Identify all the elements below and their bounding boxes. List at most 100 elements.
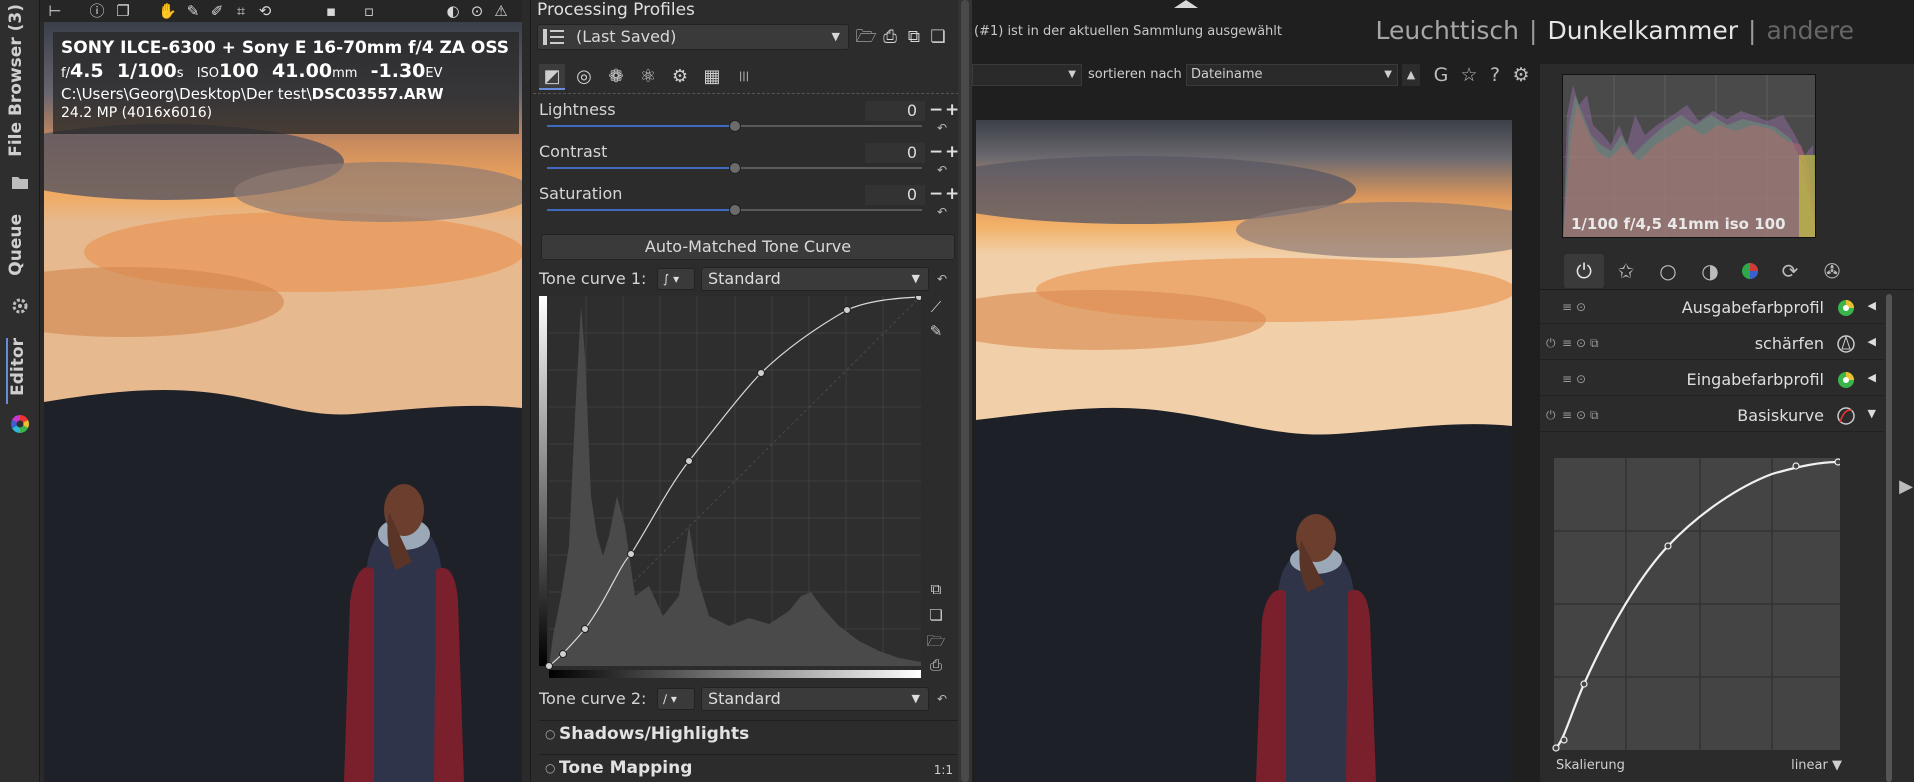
tone-curve-2-mode-select[interactable]: Standard ▼ (701, 687, 929, 711)
paste-curve-icon[interactable]: ❏ (925, 604, 947, 626)
presets-icon[interactable]: ≡ (1562, 300, 1572, 314)
tab-transform[interactable]: ⚙ (667, 64, 693, 90)
effects-group-icon[interactable]: ✇ (1812, 254, 1852, 288)
darkroom-image[interactable] (976, 120, 1512, 782)
sort-direction-button[interactable]: ▲ (1402, 64, 1420, 86)
decrement-button[interactable]: − (929, 100, 943, 120)
hand-tool-icon[interactable]: ✋ (158, 2, 177, 20)
base-curve-scale-row[interactable]: Skalierung linear ▼ (1556, 758, 1852, 778)
base-curve-editor[interactable] (1550, 446, 1846, 758)
reset-icon[interactable]: ⊙ (1576, 300, 1586, 314)
copy-curve-icon[interactable]: ⧉ (925, 578, 947, 600)
gear-icon[interactable]: ⚙ (1510, 64, 1532, 86)
reset-icon[interactable]: ↶ (937, 121, 947, 135)
tab-editor[interactable]: Editor (6, 338, 34, 404)
color-picker-icon[interactable]: ✐ (208, 2, 226, 20)
view-darkroom[interactable]: Dunkelkammer (1547, 16, 1738, 45)
section-tone-mapping[interactable]: ○ Tone Mapping 1:1 (539, 754, 959, 782)
saturation-slider[interactable]: Saturation 0 − + ↶ (539, 184, 959, 224)
slider-knob[interactable] (729, 120, 741, 132)
collapse-right-panel-icon[interactable]: ▶ (1898, 476, 1914, 504)
power-icon[interactable]: ⏻ (1546, 408, 1556, 423)
view-other[interactable]: andere (1766, 16, 1854, 45)
before-after-icon[interactable]: ❐ (114, 2, 132, 20)
curve-type-button[interactable]: ∫ ▾ (657, 268, 695, 290)
filter-select[interactable]: ▼ (972, 64, 1082, 86)
color-group-icon[interactable] (1730, 254, 1770, 288)
save-profile-button[interactable]: ⎙ (879, 25, 901, 49)
view-lighttable[interactable]: Leuchttisch (1376, 16, 1519, 45)
crop-icon[interactable]: ⌗ (232, 2, 250, 20)
expand-arrow-icon[interactable]: ◀ (1868, 335, 1876, 348)
warning-icon[interactable]: ⚠ (492, 2, 510, 20)
module-input-color-profile[interactable]: ≡ ⊙ Eingabefarbprofil ◀ (1540, 364, 1884, 396)
decrement-button[interactable]: − (929, 142, 943, 162)
curve-type-button[interactable]: ∕ ▾ (657, 688, 695, 710)
power-icon[interactable]: ⏻ (1546, 336, 1556, 351)
scale-value[interactable]: linear ▼ (1791, 758, 1842, 773)
section-shadows-highlights[interactable]: ○ Shadows/Highlights (539, 720, 959, 748)
reset-icon[interactable]: ↶ (937, 272, 947, 286)
split-view-icon[interactable]: ⊢ (46, 2, 64, 20)
tab-metadata[interactable]: ||| (731, 64, 757, 90)
module-output-color-profile[interactable]: ≡ ⊙ Ausgabefarbprofil ◀ (1540, 292, 1884, 324)
lightness-slider[interactable]: Lightness 0 − + ↶ (539, 100, 959, 140)
correction-group-icon[interactable]: ⟳ (1770, 254, 1810, 288)
tab-advanced[interactable]: ⚛ (635, 64, 661, 90)
tab-queue[interactable]: Queue (6, 214, 34, 286)
presets-icon[interactable]: ≡ (1562, 372, 1572, 386)
grouping-button[interactable]: G (1430, 64, 1452, 86)
channel-rgb-icon[interactable]: ▫ (360, 2, 378, 20)
tab-color[interactable]: ❁ (603, 64, 629, 90)
auto-matched-tone-curve-button[interactable]: Auto-Matched Tone Curve (541, 234, 955, 260)
expand-arrow-icon[interactable]: ◀ (1868, 299, 1876, 312)
sort-select[interactable]: Dateiname ▼ (1186, 64, 1398, 86)
basic-group-icon[interactable]: ○ (1648, 254, 1688, 288)
presets-icon[interactable]: ≡ (1562, 336, 1572, 350)
pick-value-icon[interactable]: ✎ (925, 320, 947, 342)
tone-curve-graph[interactable] (539, 293, 923, 682)
tone-curve-1-mode-select[interactable]: Standard ▼ (701, 267, 929, 291)
presets-icon[interactable]: ≡ (1562, 408, 1572, 422)
base-curve-graph[interactable] (1550, 446, 1846, 758)
right-panel-scrollbar[interactable] (1884, 294, 1894, 782)
multi-instance-icon[interactable]: ⧉ (1590, 336, 1599, 351)
open-profile-button[interactable]: 🗁 (855, 25, 877, 49)
info-icon[interactable]: ⓘ (88, 2, 106, 20)
module-sharpen[interactable]: ⏻ ≡ ⊙ ⧉ schärfen ◀ (1540, 328, 1884, 360)
image-preview[interactable]: SONY ILCE-6300 + Sony E 16-70mm f/4 ZA O… (44, 22, 522, 782)
tone-group-icon[interactable]: ◑ (1690, 254, 1730, 288)
tab-file-browser[interactable]: File Browser (3) (6, 4, 34, 174)
slider-value[interactable]: 0 (865, 185, 925, 205)
slider-knob[interactable] (729, 162, 741, 174)
tone-curve-editor[interactable]: ⟋ ✎ ⧉ ❏ 🗁 ⎙ (539, 293, 959, 682)
multi-instance-icon[interactable]: ⧉ (1590, 408, 1599, 423)
save-curve-icon[interactable]: ⎙ (925, 654, 947, 676)
module-base-curve[interactable]: ⏻ ≡ ⊙ ⧉ Basiskurve ▼ (1540, 400, 1884, 432)
expand-arrow-icon[interactable]: ◀ (1868, 371, 1876, 384)
reset-icon[interactable]: ↶ (937, 692, 947, 706)
collapse-top-arrow-icon[interactable] (1174, 0, 1198, 8)
star-icon[interactable]: ☆ (1458, 64, 1480, 86)
power-icon[interactable]: ⏻ (1564, 254, 1604, 288)
tool-panel-scrollbar[interactable] (958, 0, 972, 782)
copy-profile-button[interactable]: ⧉ (903, 25, 925, 49)
slider-value[interactable]: 0 (865, 143, 925, 163)
tab-details[interactable]: ◎ (571, 64, 597, 90)
contrast-slider[interactable]: Contrast 0 − + ↶ (539, 142, 959, 182)
clip-shadows-icon[interactable]: ◐ (444, 2, 462, 20)
focus-mask-icon[interactable]: ▪ (322, 2, 340, 20)
collapse-arrow-icon[interactable]: ▼ (1868, 407, 1876, 420)
reset-icon[interactable]: ↶ (937, 205, 947, 219)
straighten-icon[interactable]: ⟲ (256, 2, 274, 20)
tab-exposure[interactable]: ◩ (539, 64, 565, 90)
slider-knob[interactable] (729, 204, 741, 216)
white-balance-picker-icon[interactable]: ✎ (184, 2, 202, 20)
reset-icon[interactable]: ⊙ (1576, 336, 1586, 350)
open-curve-icon[interactable]: 🗁 (925, 630, 947, 652)
favorites-star-icon[interactable]: ✩ (1606, 254, 1646, 288)
decrement-button[interactable]: − (929, 184, 943, 204)
edit-points-icon[interactable]: ⟋ (925, 296, 947, 318)
tab-raw[interactable]: ▦ (699, 64, 725, 90)
processing-profile-select[interactable]: (Last Saved) ▼ (537, 24, 849, 50)
